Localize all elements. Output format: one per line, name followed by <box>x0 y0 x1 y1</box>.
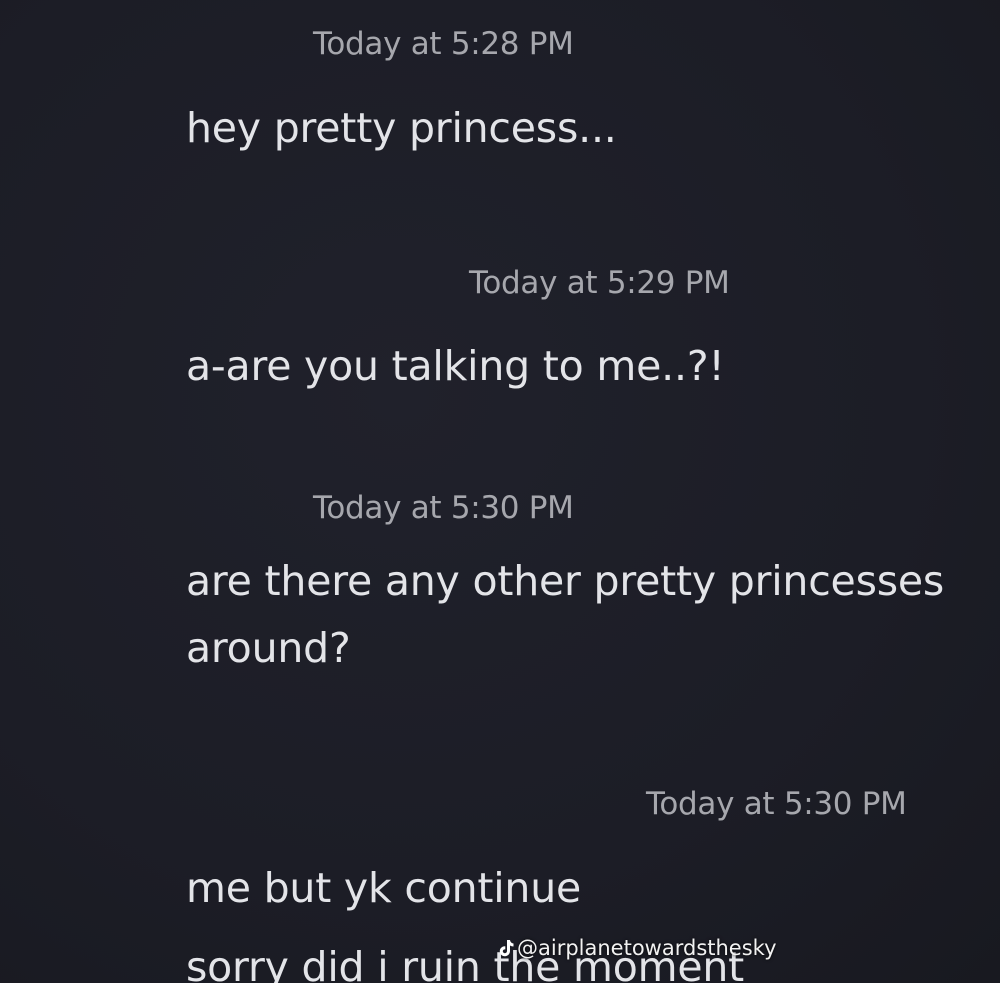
watermark-handle: @airplanetowardsthesky <box>517 936 777 960</box>
message-text: hey pretty princess... <box>186 104 617 152</box>
message-text: a-are you talking to me..?! <box>186 342 725 390</box>
message-text: are there any other pretty princesses <box>186 557 945 605</box>
message-timestamp: Today at 5:29 PM <box>469 265 730 301</box>
tiktok-watermark: @airplanetowardsthesky <box>498 936 777 960</box>
tiktok-icon <box>498 939 514 957</box>
message-timestamp: Today at 5:28 PM <box>313 26 574 62</box>
message-text: me but yk continue <box>186 864 582 912</box>
message-text: around? <box>186 624 351 672</box>
chat-screen: Today at 5:28 PM hey pretty princess... … <box>0 0 1000 983</box>
message-timestamp: Today at 5:30 PM <box>646 786 907 822</box>
message-timestamp: Today at 5:30 PM <box>313 490 574 526</box>
